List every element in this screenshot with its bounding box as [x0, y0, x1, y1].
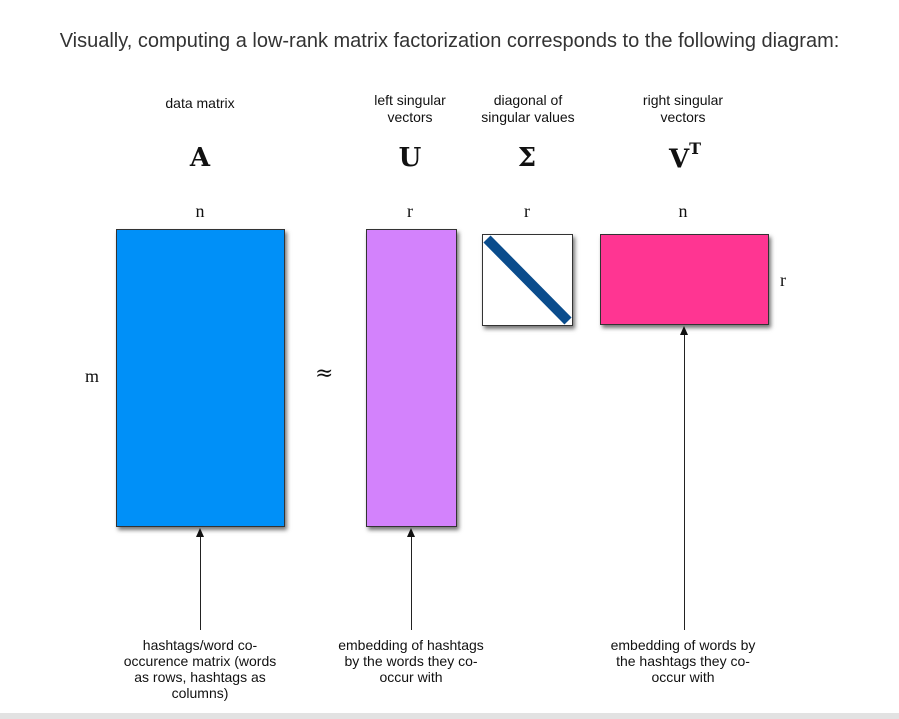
header-right-singular-line2: vectors	[660, 109, 706, 125]
description-a-line1: hashtags/word co-	[142, 637, 258, 653]
matrix-u-box	[366, 229, 457, 527]
symbol-vt: VT	[650, 139, 720, 175]
header-right-singular-line1: right singular	[642, 92, 724, 108]
description-u-line1: embedding of hashtags	[338, 637, 484, 653]
header-data-matrix: data matrix	[130, 95, 270, 112]
description-u-line2: by the words they co-	[344, 653, 478, 669]
symbol-v-transpose: T	[689, 139, 702, 158]
description-vt-line2: the hashtags they co-	[616, 653, 750, 669]
arrow-a-line	[200, 535, 201, 630]
header-left-singular-line1: left singular	[374, 92, 446, 108]
header-data-matrix-label: data matrix	[165, 95, 235, 111]
description-a-line2: occurence matrix (words	[123, 653, 277, 669]
header-right-singular: right singular vectors	[623, 92, 743, 126]
arrow-u-head	[407, 528, 415, 537]
description-u: embedding of hashtags by the words they …	[320, 637, 502, 685]
header-diagonal: diagonal of singular values	[468, 92, 588, 126]
header-diagonal-line2: singular values	[481, 109, 575, 125]
dim-u-cols: r	[407, 201, 413, 221]
header-left-singular: left singular vectors	[350, 92, 470, 126]
description-a-line3: as rows, hashtags as	[134, 669, 266, 685]
arrow-u-line	[411, 535, 412, 630]
arrow-vt-line	[684, 333, 685, 630]
arrow-vt-head	[680, 326, 688, 335]
symbol-v: V	[668, 144, 690, 175]
description-vt-line3: occur with	[651, 669, 715, 685]
approx-sign: ≈	[315, 361, 334, 386]
dim-a-cols: n	[195, 201, 205, 221]
symbol-u: U	[398, 143, 422, 173]
header-left-singular-line2: vectors	[387, 109, 433, 125]
description-a: hashtags/word co- occurence matrix (word…	[110, 637, 290, 701]
dim-vt-cols: n	[678, 201, 688, 221]
intro-text: Visually, computing a low-rank matrix fa…	[59, 30, 840, 52]
matrix-vt-box	[600, 234, 769, 325]
description-a-line4: columns)	[171, 685, 229, 701]
description-vt: embedding of words by the hashtags they …	[592, 637, 774, 685]
matrix-a-box	[116, 229, 285, 527]
bottom-scrollbar-track	[0, 713, 899, 719]
dim-a-rows: m	[84, 366, 99, 386]
description-vt-line1: embedding of words by	[610, 637, 756, 653]
symbol-a: A	[189, 143, 211, 173]
header-diagonal-line1: diagonal of	[493, 92, 563, 108]
dim-vt-rows: r	[780, 270, 786, 290]
arrow-a-head	[196, 528, 204, 537]
description-u-line3: occur with	[379, 669, 443, 685]
sigma-diagonal	[483, 235, 572, 325]
symbol-sigma: Σ	[517, 143, 537, 173]
dim-sigma-cols: r	[524, 201, 530, 221]
matrix-sigma-box	[482, 234, 573, 326]
